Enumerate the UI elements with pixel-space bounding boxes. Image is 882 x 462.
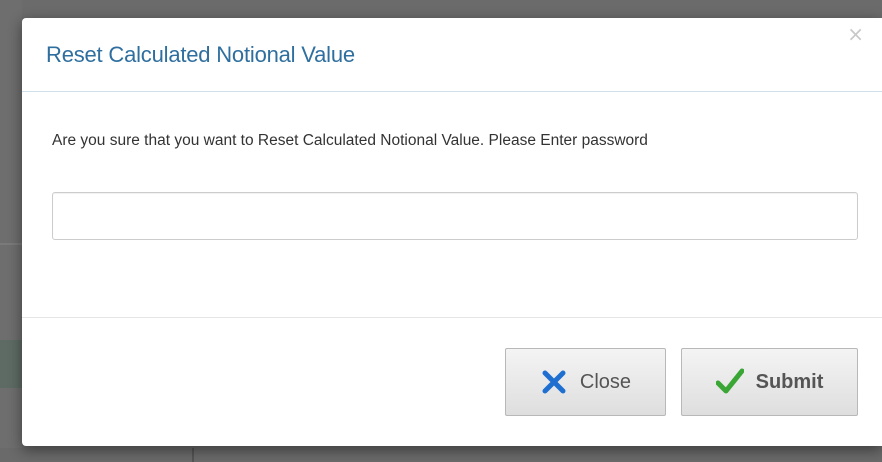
submit-button-label: Submit: [755, 370, 824, 393]
dialog-body: Are you sure that you want to Reset Calc…: [22, 92, 882, 318]
password-input[interactable]: [52, 192, 858, 240]
dialog-footer: Close Submit: [22, 318, 882, 446]
backdrop-bottom-bar: [0, 448, 882, 462]
backdrop-divider: [0, 243, 22, 245]
backdrop-left-panel: [0, 0, 22, 462]
confirmation-message: Are you sure that you want to Reset Calc…: [52, 132, 648, 149]
close-button-label: Close: [579, 370, 632, 393]
check-icon: [715, 368, 744, 396]
x-icon: [540, 368, 568, 396]
backdrop-row: [0, 340, 22, 388]
reset-dialog: Reset Calculated Notional Value × Are yo…: [22, 18, 882, 446]
close-icon[interactable]: ×: [847, 24, 864, 44]
close-button[interactable]: Close: [505, 348, 666, 416]
dialog-header: Reset Calculated Notional Value ×: [22, 18, 882, 92]
dialog-title: Reset Calculated Notional Value: [46, 42, 355, 67]
submit-button[interactable]: Submit: [681, 348, 858, 416]
backdrop-bottom-divider: [192, 448, 194, 462]
